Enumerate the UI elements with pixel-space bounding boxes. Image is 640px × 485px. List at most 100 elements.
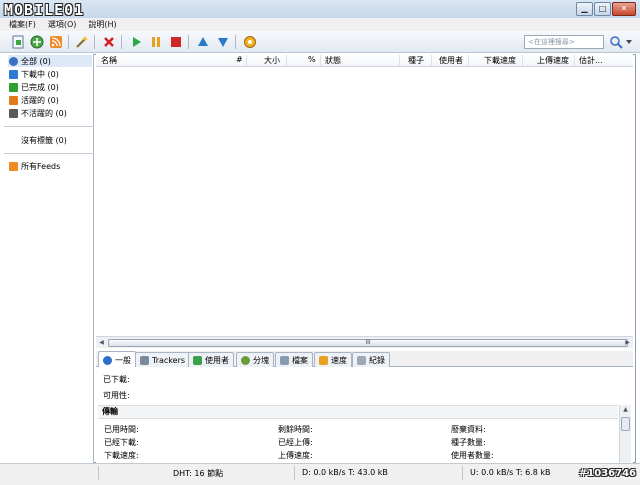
scroll-up-icon[interactable]: ▲ — [621, 406, 630, 414]
minimize-button[interactable]: ▁ — [576, 2, 593, 16]
scroll-left-icon[interactable]: ◀ — [97, 339, 106, 347]
remaining-label: 剩餘時間: — [278, 425, 313, 434]
tab-label: 分塊 — [253, 355, 269, 365]
sidebar-item-label: 不活躍的 (0) — [21, 108, 67, 118]
torrent-list[interactable] — [96, 67, 633, 336]
maximize-button[interactable]: □ — [594, 2, 611, 16]
sidebar-item-label: 下載中 (0) — [21, 69, 59, 79]
sidebar-item-label: 已完成 (0) — [21, 82, 59, 92]
sidebar-item-downloading[interactable]: 下載中 (0) — [9, 68, 59, 80]
sidebar-item-inactive[interactable]: 不活躍的 (0) — [9, 107, 67, 119]
dht-status: DHT: 16 節點 — [173, 469, 224, 478]
sidebar-item-active[interactable]: 活躍的 (0) — [9, 94, 59, 106]
info-icon — [103, 355, 112, 365]
wasted-label: 廢棄資料: — [451, 425, 486, 434]
menu-file[interactable]: 檔案(F) — [9, 19, 36, 30]
downloaded-label: 已下載: — [103, 375, 130, 384]
column-size[interactable]: 大小 — [264, 55, 280, 66]
close-button[interactable]: ✕ — [612, 2, 636, 16]
sidebar-item-all[interactable]: 全部 (0) — [8, 55, 92, 67]
speed-icon — [319, 355, 328, 365]
seeds-count-label: 種子數量: — [451, 438, 486, 447]
tab-pieces[interactable]: 分塊 — [236, 352, 274, 367]
scroll-right-icon[interactable]: ▶ — [623, 339, 632, 347]
download-speed-label: 下載速度: — [104, 451, 139, 460]
downloaded-bar — [130, 373, 628, 383]
upload-speed-label: 上傳速度: — [278, 451, 313, 460]
chevron-down-icon[interactable] — [624, 34, 634, 50]
menu-help[interactable]: 說明(H) — [88, 19, 116, 30]
horizontal-scrollbar[interactable]: ◀ III ▶ — [96, 336, 633, 348]
tab-files[interactable]: 檔案 — [275, 352, 313, 367]
category-sidebar: 全部 (0) 下載中 (0) 已完成 (0) 活躍的 (0) 不活躍的 (0) … — [4, 54, 94, 463]
scrollbar-thumb[interactable]: III — [108, 339, 628, 347]
sidebar-divider — [4, 126, 94, 127]
search-engine-icon[interactable] — [608, 34, 624, 50]
column-status[interactable]: 狀態 — [325, 55, 341, 66]
start-icon[interactable] — [128, 34, 144, 50]
tab-peers[interactable]: 使用者 — [188, 352, 234, 367]
logger-icon — [357, 355, 366, 365]
add-url-icon[interactable] — [29, 34, 45, 50]
details-panel: 已下載: 可用性: 傳輸 已用時間: 剩餘時間: 廢棄資料: 已經下載: 已經上… — [96, 367, 633, 463]
active-icon — [9, 95, 18, 105]
details-tabs: 一般 Trackers 使用者 分塊 檔案 速度 紀錄 — [96, 351, 633, 368]
add-torrent-icon[interactable] — [10, 34, 26, 50]
column-eta[interactable]: 估計... — [579, 55, 603, 66]
download-icon — [9, 69, 18, 79]
tab-label: 檔案 — [292, 355, 308, 365]
remove-icon[interactable] — [101, 34, 117, 50]
tab-label: 使用者 — [205, 355, 229, 365]
watermark: #1036746 — [578, 468, 636, 479]
tab-trackers[interactable]: Trackers — [135, 352, 191, 367]
sidebar-item-feeds[interactable]: 所有Feeds — [9, 160, 60, 172]
details-scrollbar[interactable]: ▲ — [619, 405, 631, 463]
sidebar-item-label: 所有Feeds — [21, 161, 61, 171]
scrollbar-thumb[interactable] — [621, 417, 630, 431]
move-up-icon[interactable] — [195, 34, 211, 50]
sidebar-item-label: 全部 (0) — [21, 56, 51, 66]
download-status[interactable]: D: 0.0 kB/s T: 43.0 kB — [302, 468, 388, 477]
availability-label: 可用性: — [103, 391, 130, 400]
column-name[interactable]: 名稱 — [101, 55, 117, 66]
toolbar: <在這裡搜尋> — [0, 31, 640, 53]
torrent-list-header: 名稱 # 大小 % 狀態 種子 使用者 下載速度 上傳速度 估計... — [96, 54, 633, 67]
column-queue[interactable]: # — [236, 55, 243, 64]
completed-icon — [9, 82, 18, 92]
downloaded-total-label: 已經下載: — [104, 438, 139, 447]
trackers-icon — [140, 355, 149, 365]
tab-label: 速度 — [331, 355, 347, 365]
sidebar-item-no-label[interactable]: 沒有標籤 (0) — [21, 134, 67, 146]
time-elapsed-label: 已用時間: — [104, 425, 139, 434]
tab-speed[interactable]: 速度 — [314, 352, 352, 367]
column-percent[interactable]: % — [308, 55, 316, 64]
peers-icon — [193, 355, 202, 365]
files-icon — [280, 355, 289, 365]
tab-label: Trackers — [152, 355, 186, 365]
tab-general[interactable]: 一般 — [98, 351, 136, 368]
menu-options[interactable]: 選項(O) — [48, 19, 77, 30]
column-seeds[interactable]: 種子 — [408, 55, 424, 66]
column-peers[interactable]: 使用者 — [439, 55, 463, 66]
pause-icon[interactable] — [148, 34, 164, 50]
sidebar-item-label: 活躍的 (0) — [21, 95, 59, 105]
rss-icon[interactable] — [48, 34, 64, 50]
inactive-icon — [9, 108, 18, 118]
availability-bar — [130, 389, 628, 399]
sidebar-item-label: 沒有標籤 (0) — [21, 135, 67, 145]
column-down-speed[interactable]: 下載速度 — [484, 55, 516, 66]
window-controls: ▁ □ ✕ — [576, 2, 636, 16]
stop-icon[interactable] — [168, 34, 184, 50]
uploaded-total-label: 已經上傳: — [278, 438, 313, 447]
upload-status[interactable]: U: 0.0 kB/s T: 6.8 kB — [470, 468, 551, 477]
tab-logger[interactable]: 紀錄 — [352, 352, 390, 367]
create-torrent-icon[interactable] — [74, 34, 90, 50]
sidebar-item-completed[interactable]: 已完成 (0) — [9, 81, 59, 93]
search-input[interactable]: <在這裡搜尋> — [524, 35, 604, 49]
move-down-icon[interactable] — [215, 34, 231, 50]
preferences-icon[interactable] — [242, 34, 258, 50]
status-bar: DHT: 16 節點 D: 0.0 kB/s T: 43.0 kB U: 0.0… — [0, 463, 640, 485]
sidebar-divider — [4, 153, 94, 154]
title-bar: MOBILE01 ▁ □ ✕ — [0, 0, 640, 20]
column-up-speed[interactable]: 上傳速度 — [537, 55, 569, 66]
